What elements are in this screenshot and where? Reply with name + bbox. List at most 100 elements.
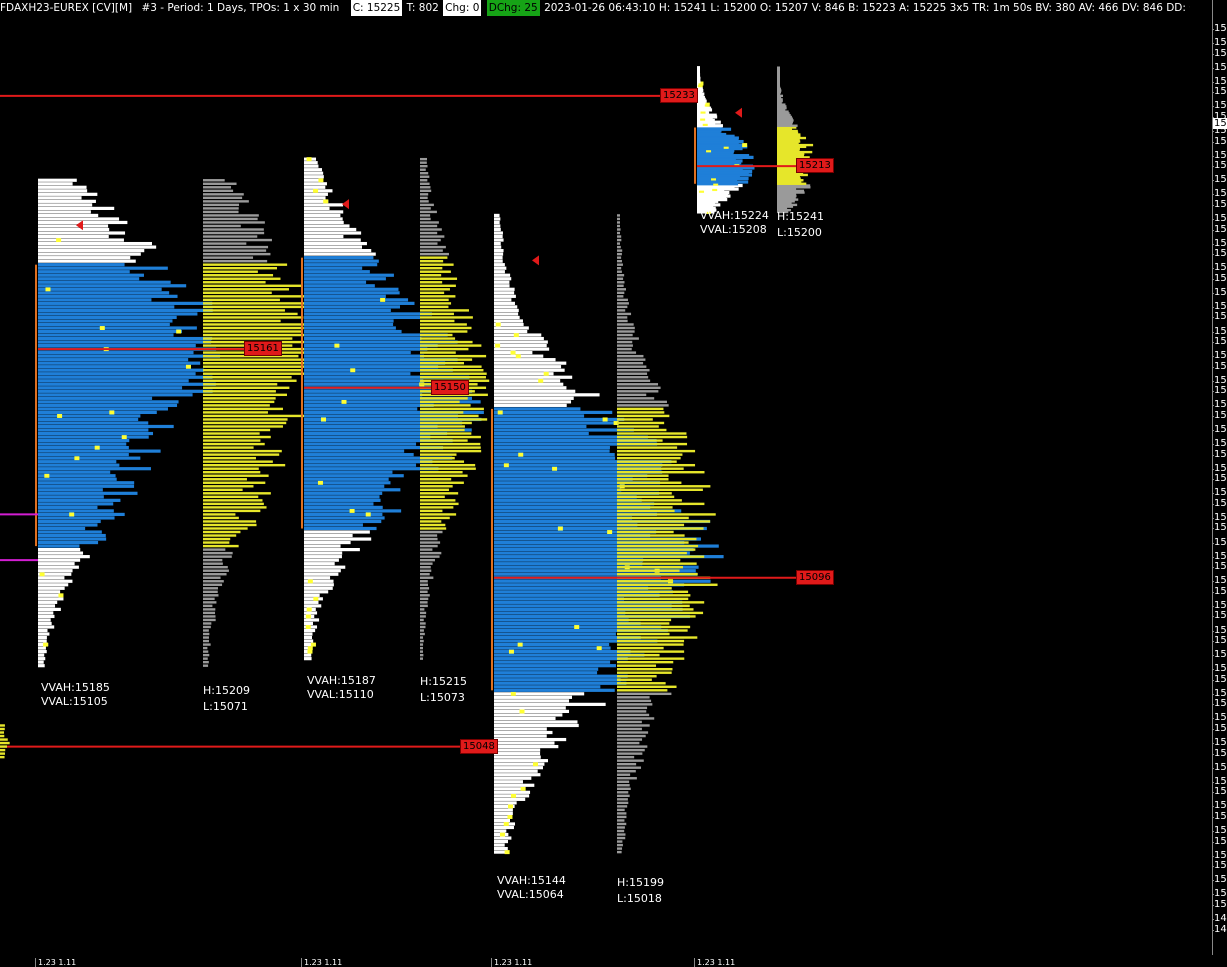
tpo-row bbox=[38, 660, 44, 664]
volume-bar bbox=[420, 580, 428, 583]
volume-bar bbox=[203, 646, 208, 650]
volume-bar bbox=[420, 622, 426, 625]
volume-bar bbox=[203, 277, 281, 280]
tpo-row bbox=[304, 326, 396, 330]
volume-bar bbox=[203, 365, 307, 368]
tpo-letter-marker bbox=[517, 642, 523, 647]
tpo-row bbox=[494, 347, 550, 351]
naked-poc-label: 15048 bbox=[460, 738, 498, 754]
volume-bar bbox=[617, 513, 716, 516]
volume-bar bbox=[617, 812, 627, 815]
tpo-row bbox=[38, 516, 115, 520]
volume-bar bbox=[617, 435, 688, 439]
tpo-letter-marker bbox=[121, 435, 127, 440]
volume-bar bbox=[617, 214, 620, 217]
tpo-row bbox=[304, 403, 434, 407]
y-tick bbox=[1212, 131, 1214, 132]
tpo-row bbox=[38, 343, 196, 348]
volume-bar bbox=[617, 277, 624, 280]
tpo-row bbox=[304, 259, 379, 263]
y-tick bbox=[1212, 680, 1214, 681]
session-high-label: H:15209 bbox=[203, 684, 250, 697]
volume-bar bbox=[420, 558, 435, 562]
volume-bar bbox=[617, 217, 620, 221]
tpo-row bbox=[38, 544, 80, 548]
y-tick bbox=[1212, 194, 1214, 195]
tpo-row bbox=[494, 273, 511, 277]
y-tick-label: 15085 bbox=[1214, 610, 1227, 622]
volume-bar bbox=[617, 414, 670, 418]
tpo-letter-marker bbox=[306, 157, 312, 162]
tpo-row bbox=[304, 220, 344, 225]
volume-bar bbox=[617, 713, 650, 717]
tpo-letter-marker bbox=[58, 593, 64, 598]
tpo-row bbox=[38, 604, 56, 608]
tpo-row bbox=[494, 787, 526, 791]
volume-bar bbox=[617, 323, 634, 326]
tpo-row bbox=[38, 625, 55, 629]
tpo-row bbox=[494, 477, 633, 481]
vvah-label: VVAH:15144 bbox=[497, 874, 566, 887]
tpo-letter-marker bbox=[607, 530, 613, 535]
tpo-row bbox=[494, 632, 616, 636]
y-tick-label: 15245 bbox=[1214, 47, 1227, 59]
session-marker-triangle bbox=[735, 107, 742, 118]
volume-bar bbox=[203, 576, 221, 579]
tpo-row bbox=[304, 460, 433, 464]
volume-bar bbox=[617, 245, 621, 249]
volume-bar bbox=[420, 252, 449, 256]
tpo-letter-marker bbox=[511, 793, 517, 798]
volume-bar bbox=[617, 439, 663, 442]
volume-bar bbox=[617, 580, 674, 583]
volume-bar bbox=[203, 266, 278, 270]
tpo-row bbox=[494, 801, 517, 805]
tpo-letter-marker bbox=[69, 512, 75, 517]
volume-bar bbox=[203, 509, 261, 513]
volume-bar bbox=[420, 428, 465, 432]
tpo-row bbox=[304, 481, 391, 485]
volume-bar bbox=[420, 565, 431, 569]
tpo-row bbox=[38, 498, 121, 502]
tpo-letter-marker bbox=[57, 413, 63, 418]
volume-bar bbox=[420, 182, 430, 185]
volume-bar bbox=[420, 161, 427, 164]
volume-bar bbox=[203, 643, 211, 646]
tpo-row bbox=[304, 210, 344, 214]
tpo-row bbox=[38, 393, 193, 397]
plot-area[interactable] bbox=[0, 0, 1212, 955]
tpo-letter-marker bbox=[74, 456, 80, 461]
volume-bar bbox=[203, 186, 232, 189]
volume-bar bbox=[617, 256, 622, 259]
volume-bar bbox=[420, 653, 424, 657]
volume-bar bbox=[617, 706, 648, 710]
volume-bar bbox=[203, 636, 209, 639]
volume-bar bbox=[203, 228, 264, 231]
volume-bar bbox=[203, 316, 304, 319]
tpo-letter-marker bbox=[365, 512, 371, 517]
session-low-label: L:15200 bbox=[777, 226, 822, 239]
tpo-row bbox=[38, 231, 126, 235]
tpo-row bbox=[494, 245, 502, 249]
poc-price-label: 15161 bbox=[244, 341, 282, 357]
y-tick bbox=[1212, 543, 1214, 544]
y-tick-label: 15184 bbox=[1214, 262, 1227, 274]
tpo-row bbox=[38, 428, 149, 432]
tpo-row bbox=[304, 329, 402, 334]
tpo-row bbox=[304, 284, 375, 288]
y-tick bbox=[1212, 792, 1214, 793]
tpo-row bbox=[38, 291, 170, 295]
y-tick bbox=[1212, 430, 1214, 431]
tpo-row bbox=[304, 351, 411, 355]
prior-volume-bar bbox=[0, 741, 10, 745]
tpo-row bbox=[38, 379, 189, 383]
volume-bar bbox=[420, 330, 468, 333]
volume-bar bbox=[203, 537, 231, 541]
poc-price-label: 15096 bbox=[796, 569, 834, 585]
tpo-row bbox=[494, 220, 500, 225]
tpo-row bbox=[304, 424, 438, 429]
tpo-row bbox=[38, 287, 162, 291]
tpo-row bbox=[38, 442, 127, 446]
tpo-row bbox=[494, 734, 547, 738]
y-tick bbox=[1212, 479, 1214, 480]
tpo-row bbox=[304, 196, 326, 200]
